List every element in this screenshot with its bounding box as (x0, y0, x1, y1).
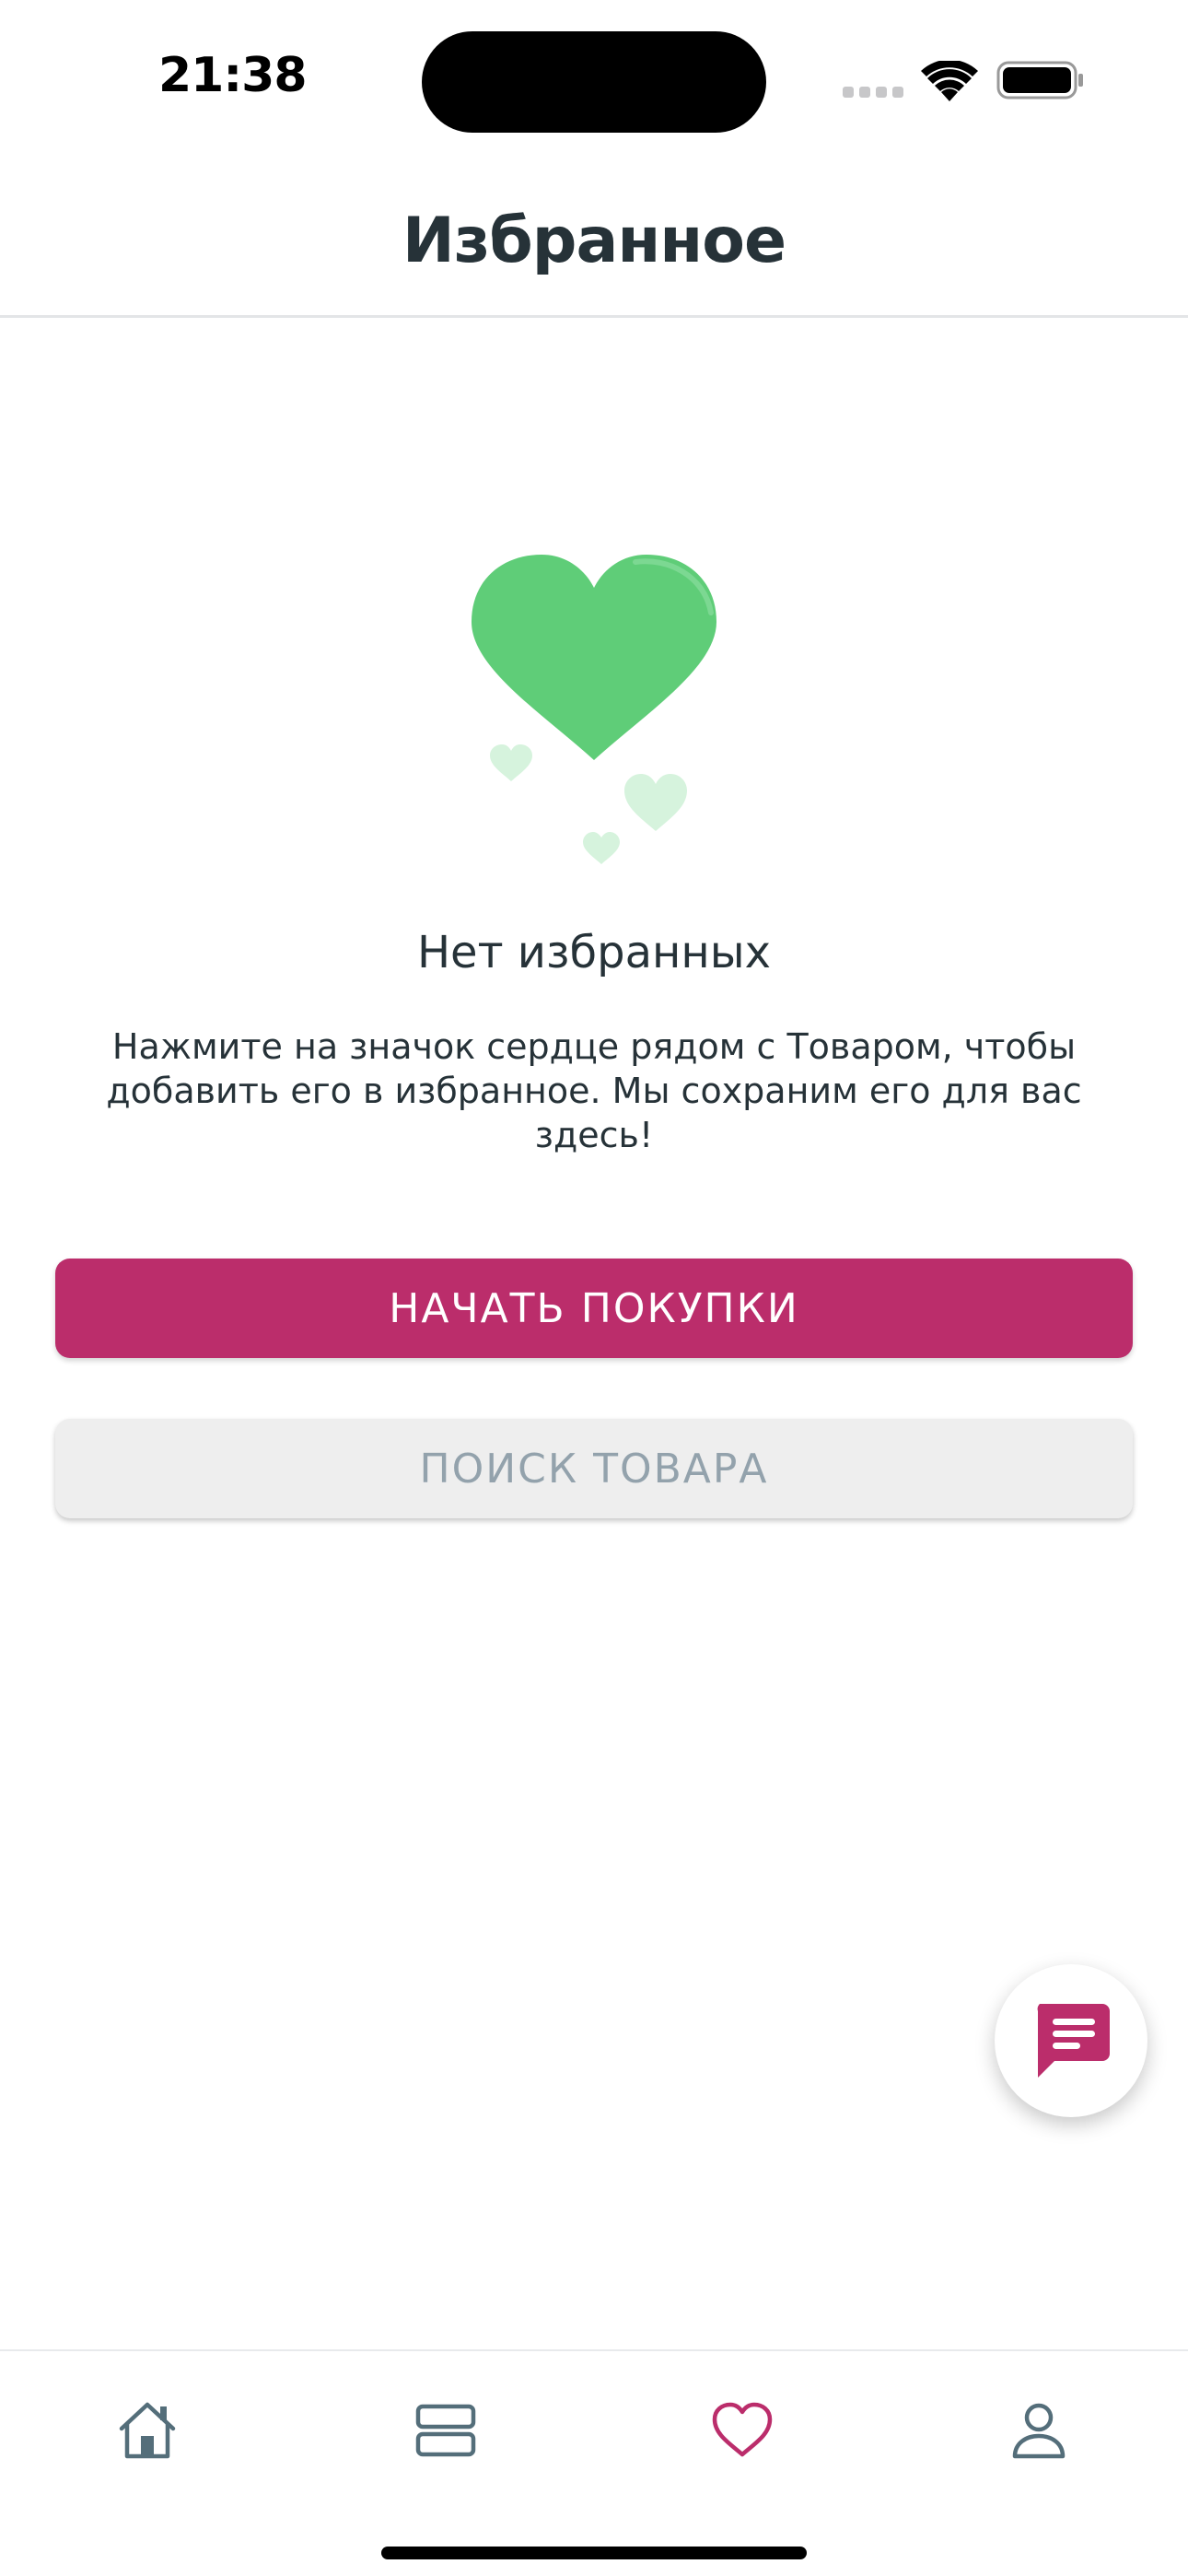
catalog-icon (415, 2404, 476, 2457)
nav-catalog[interactable] (390, 2384, 501, 2476)
favorites-screen: 21:38 Избранное Нет избранных Нажмите на… (0, 0, 1188, 2576)
chat-button[interactable] (995, 1964, 1147, 2117)
home-icon (119, 2402, 176, 2459)
bottom-navigation (0, 2349, 1188, 2576)
search-product-button[interactable]: ПОИСК ТОВАРА (55, 1419, 1133, 1518)
nav-home[interactable] (92, 2384, 203, 2476)
status-bar: 21:38 (0, 0, 1188, 157)
start-shopping-button[interactable]: НАЧАТЬ ПОКУПКИ (55, 1259, 1133, 1358)
app-header: Избранное (0, 157, 1188, 318)
home-indicator (381, 2547, 807, 2559)
hearts-icon (472, 555, 716, 864)
nav-favorites[interactable] (687, 2384, 798, 2476)
dynamic-island (422, 31, 766, 133)
empty-state-title: Нет избранных (416, 927, 772, 978)
nav-profile[interactable] (984, 2384, 1094, 2476)
cellular-signal-icon (843, 87, 903, 98)
chat-icon (1037, 2004, 1110, 2078)
heart-icon (712, 2402, 773, 2457)
page-title: Избранное (402, 205, 786, 277)
status-time: 21:38 (158, 48, 308, 103)
wifi-icon (921, 61, 978, 101)
profile-icon (1012, 2403, 1066, 2459)
battery-icon (996, 61, 1083, 100)
empty-state-description: Нажмите на значок сердце рядом с Товаром… (106, 1026, 1082, 1155)
